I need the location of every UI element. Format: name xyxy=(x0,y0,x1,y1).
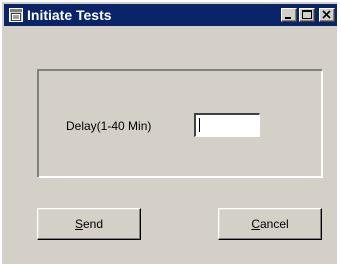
title-bar[interactable]: Initiate Tests xyxy=(4,4,337,26)
maximize-icon xyxy=(302,10,312,19)
delay-input[interactable] xyxy=(194,113,260,137)
cancel-button-label: Cancel xyxy=(251,217,289,231)
dialog-window: Initiate Tests Delay(1-40 Min) Send Canc… xyxy=(0,0,337,264)
cancel-button[interactable]: Cancel xyxy=(218,208,322,240)
send-button[interactable]: Send xyxy=(37,208,141,240)
minimize-button[interactable] xyxy=(281,8,297,22)
window-title: Initiate Tests xyxy=(27,7,112,23)
close-button[interactable] xyxy=(319,8,335,22)
delay-label: Delay(1-40 Min) xyxy=(66,119,152,133)
close-icon xyxy=(322,10,331,19)
send-button-label: Send xyxy=(74,217,104,231)
minimize-icon xyxy=(285,17,291,19)
text-caret xyxy=(199,118,200,132)
maximize-button[interactable] xyxy=(299,8,315,22)
app-window-icon[interactable] xyxy=(9,8,23,22)
